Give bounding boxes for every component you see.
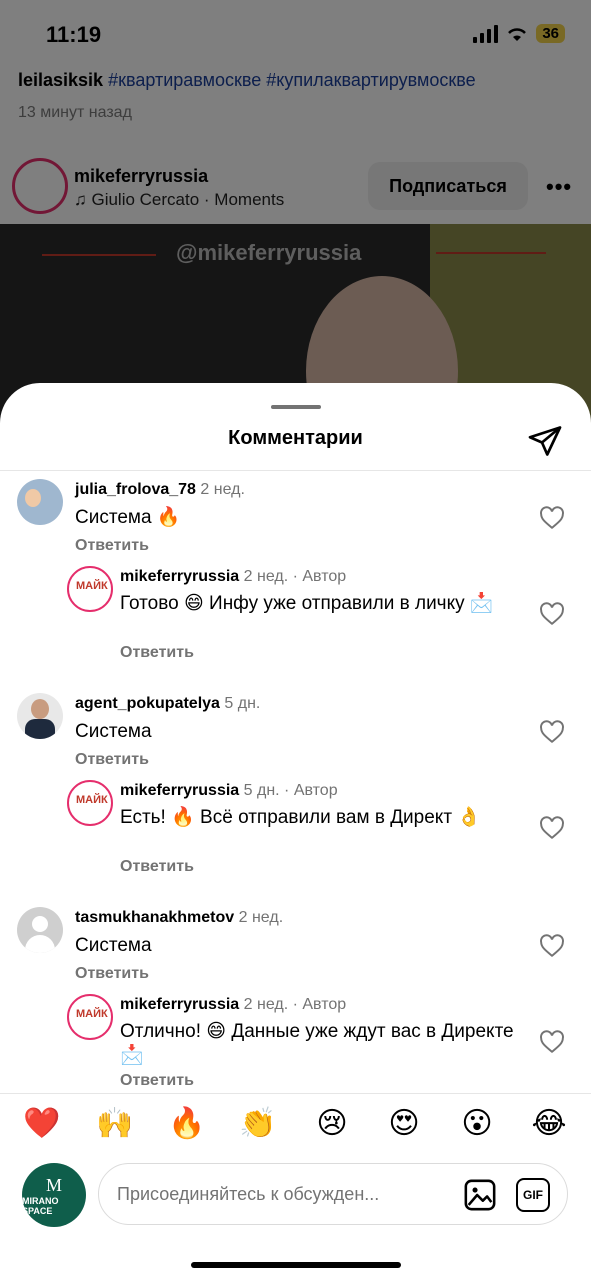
- reply-button[interactable]: Ответить: [120, 644, 194, 662]
- reaction-surprised-icon[interactable]: 😮: [457, 1104, 497, 1144]
- comment-username[interactable]: julia_frolova_78: [75, 481, 196, 498]
- commenter-avatar[interactable]: [17, 907, 63, 953]
- my-avatar-logo: M: [45, 1174, 62, 1195]
- author-reply-avatar[interactable]: [67, 566, 113, 612]
- my-avatar[interactable]: M MIRANO SPACE: [22, 1163, 86, 1227]
- my-avatar-name: MIRANO SPACE: [22, 1195, 59, 1216]
- comment-meta: tasmukhanakhmetov 2 нед.: [75, 909, 283, 927]
- comment-username[interactable]: mikeferryrussia: [120, 996, 239, 1013]
- reaction-fire-icon[interactable]: 🔥: [167, 1104, 207, 1144]
- sheet-grabber[interactable]: [271, 405, 321, 409]
- commenter-avatar[interactable]: [17, 479, 63, 525]
- comment-meta: mikeferryrussia 5 дн. · Автор: [120, 782, 338, 800]
- comment-time: 5 дн.: [224, 695, 261, 712]
- comment-username[interactable]: agent_pokupatelya: [75, 695, 220, 712]
- reply-button[interactable]: Ответить: [75, 751, 149, 769]
- comment-time: 2 нед. · Автор: [243, 568, 347, 585]
- comment-text: Есть! 🔥 Всё отправили вам в Директ 👌: [120, 807, 481, 828]
- comment-meta: mikeferryrussia 2 нед. · Автор: [120, 996, 346, 1014]
- comment-username[interactable]: mikeferryrussia: [120, 782, 239, 799]
- comment-text: Система 🔥: [75, 507, 181, 528]
- comment-text: Система: [75, 721, 152, 742]
- comments-list[interactable]: julia_frolova_78 2 нед. Система 🔥 Ответи…: [0, 471, 591, 1091]
- comment-time: 2 нед.: [200, 481, 245, 498]
- like-heart-icon[interactable]: [539, 506, 565, 530]
- image-icon[interactable]: [463, 1178, 497, 1212]
- gif-button[interactable]: GIF: [516, 1178, 550, 1212]
- comment-input-placeholder: Присоединяйтесь к обсужден...: [117, 1184, 380, 1204]
- comment-composer: M MIRANO SPACE Присоединяйтесь к обсужде…: [0, 1157, 591, 1280]
- comment-username[interactable]: tasmukhanakhmetov: [75, 909, 234, 926]
- reaction-clap-icon[interactable]: 👏: [238, 1104, 278, 1144]
- comment-time: 2 нед. · Автор: [243, 996, 347, 1013]
- reaction-heart-icon[interactable]: ❤️: [22, 1104, 62, 1144]
- comment-text: Система: [75, 935, 152, 956]
- comment-time: 5 дн. · Автор: [243, 782, 338, 799]
- comment-meta: mikeferryrussia 2 нед. · Автор: [120, 568, 346, 586]
- author-reply-avatar[interactable]: [67, 994, 113, 1040]
- reply-button[interactable]: Ответить: [120, 1072, 194, 1090]
- comment-username[interactable]: mikeferryrussia: [120, 568, 239, 585]
- reaction-laughing-icon[interactable]: 😂: [529, 1104, 569, 1144]
- comment-text: Готово 😄 Инфу уже отправили в личку 📩: [120, 593, 494, 614]
- author-reply-avatar[interactable]: [67, 780, 113, 826]
- share-icon[interactable]: [527, 423, 563, 459]
- reply-button[interactable]: Ответить: [75, 537, 149, 555]
- commenter-avatar[interactable]: [17, 693, 63, 739]
- reaction-cry-icon[interactable]: 😢: [312, 1104, 352, 1144]
- sheet-title: Комментарии: [228, 427, 363, 449]
- reaction-heart-eyes-icon[interactable]: 😍: [384, 1104, 424, 1144]
- like-heart-icon[interactable]: [539, 720, 565, 744]
- reply-button[interactable]: Ответить: [120, 858, 194, 876]
- reaction-raised-hands-icon[interactable]: 🙌: [95, 1104, 135, 1144]
- reply-button[interactable]: Ответить: [75, 965, 149, 983]
- home-indicator[interactable]: [191, 1262, 401, 1268]
- comment-input[interactable]: Присоединяйтесь к обсужден... GIF: [98, 1163, 568, 1225]
- like-heart-icon[interactable]: [539, 1030, 565, 1054]
- like-heart-icon[interactable]: [539, 816, 565, 840]
- comment-meta: julia_frolova_78 2 нед.: [75, 481, 245, 499]
- comment-time: 2 нед.: [238, 909, 284, 926]
- comment-text: Отлично! 😄 Данные уже ждут вас в Директе…: [120, 1021, 514, 1066]
- quick-reactions-bar: ❤️ 🙌 🔥 👏 😢 😍 😮 😂: [0, 1093, 591, 1157]
- like-heart-icon[interactable]: [539, 934, 565, 958]
- like-heart-icon[interactable]: [539, 602, 565, 626]
- comment-meta: agent_pokupatelya 5 дн.: [75, 695, 260, 713]
